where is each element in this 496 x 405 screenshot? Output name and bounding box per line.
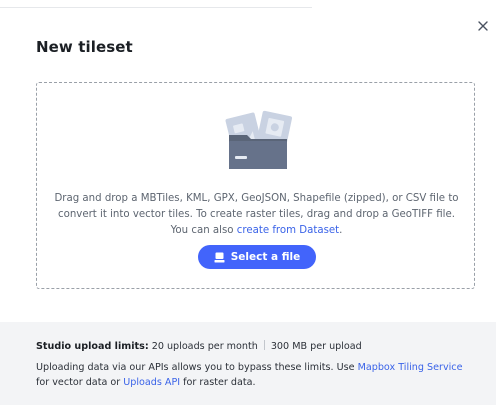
select-file-button[interactable]: Select a file [198, 245, 316, 269]
dropzone-description: Drag and drop a MBTiles, KML, GPX, GeoJS… [51, 191, 462, 239]
files-folder-icon [219, 109, 297, 171]
bypass-text-2: for vector data or [36, 377, 124, 388]
close-button[interactable] [475, 18, 491, 34]
modal-title: New tileset [36, 38, 133, 56]
file-dropzone[interactable]: Drag and drop a MBTiles, KML, GPX, GeoJS… [36, 82, 475, 289]
bypass-text-1: Uploading data via our APIs allows you t… [36, 362, 358, 373]
upload-limits: Studio upload limits: 20 uploads per mon… [36, 340, 362, 352]
limit-size: 300 MB per upload [270, 341, 362, 352]
description-end: . [339, 225, 343, 236]
select-file-label: Select a file [230, 251, 301, 263]
upload-icon [214, 252, 225, 262]
bypass-text-3: for raster data. [180, 377, 256, 388]
top-divider [0, 7, 312, 8]
limits-separator [263, 340, 265, 350]
limit-uploads: 20 uploads per month [148, 341, 258, 352]
limits-heading: Studio upload limits: [36, 341, 149, 352]
uploads-api-link[interactable]: Uploads API [123, 377, 180, 388]
bypass-info: Uploading data via our APIs allows you t… [36, 360, 468, 390]
create-from-dataset-link[interactable]: create from Dataset [237, 225, 339, 236]
close-icon [478, 21, 488, 31]
mapbox-tiling-service-link[interactable]: Mapbox Tiling Service [358, 362, 463, 373]
new-tileset-modal: New tileset Drag and drop a MBTiles, KML… [0, 0, 496, 405]
upload-limits-footer: Studio upload limits: 20 uploads per mon… [0, 322, 496, 405]
